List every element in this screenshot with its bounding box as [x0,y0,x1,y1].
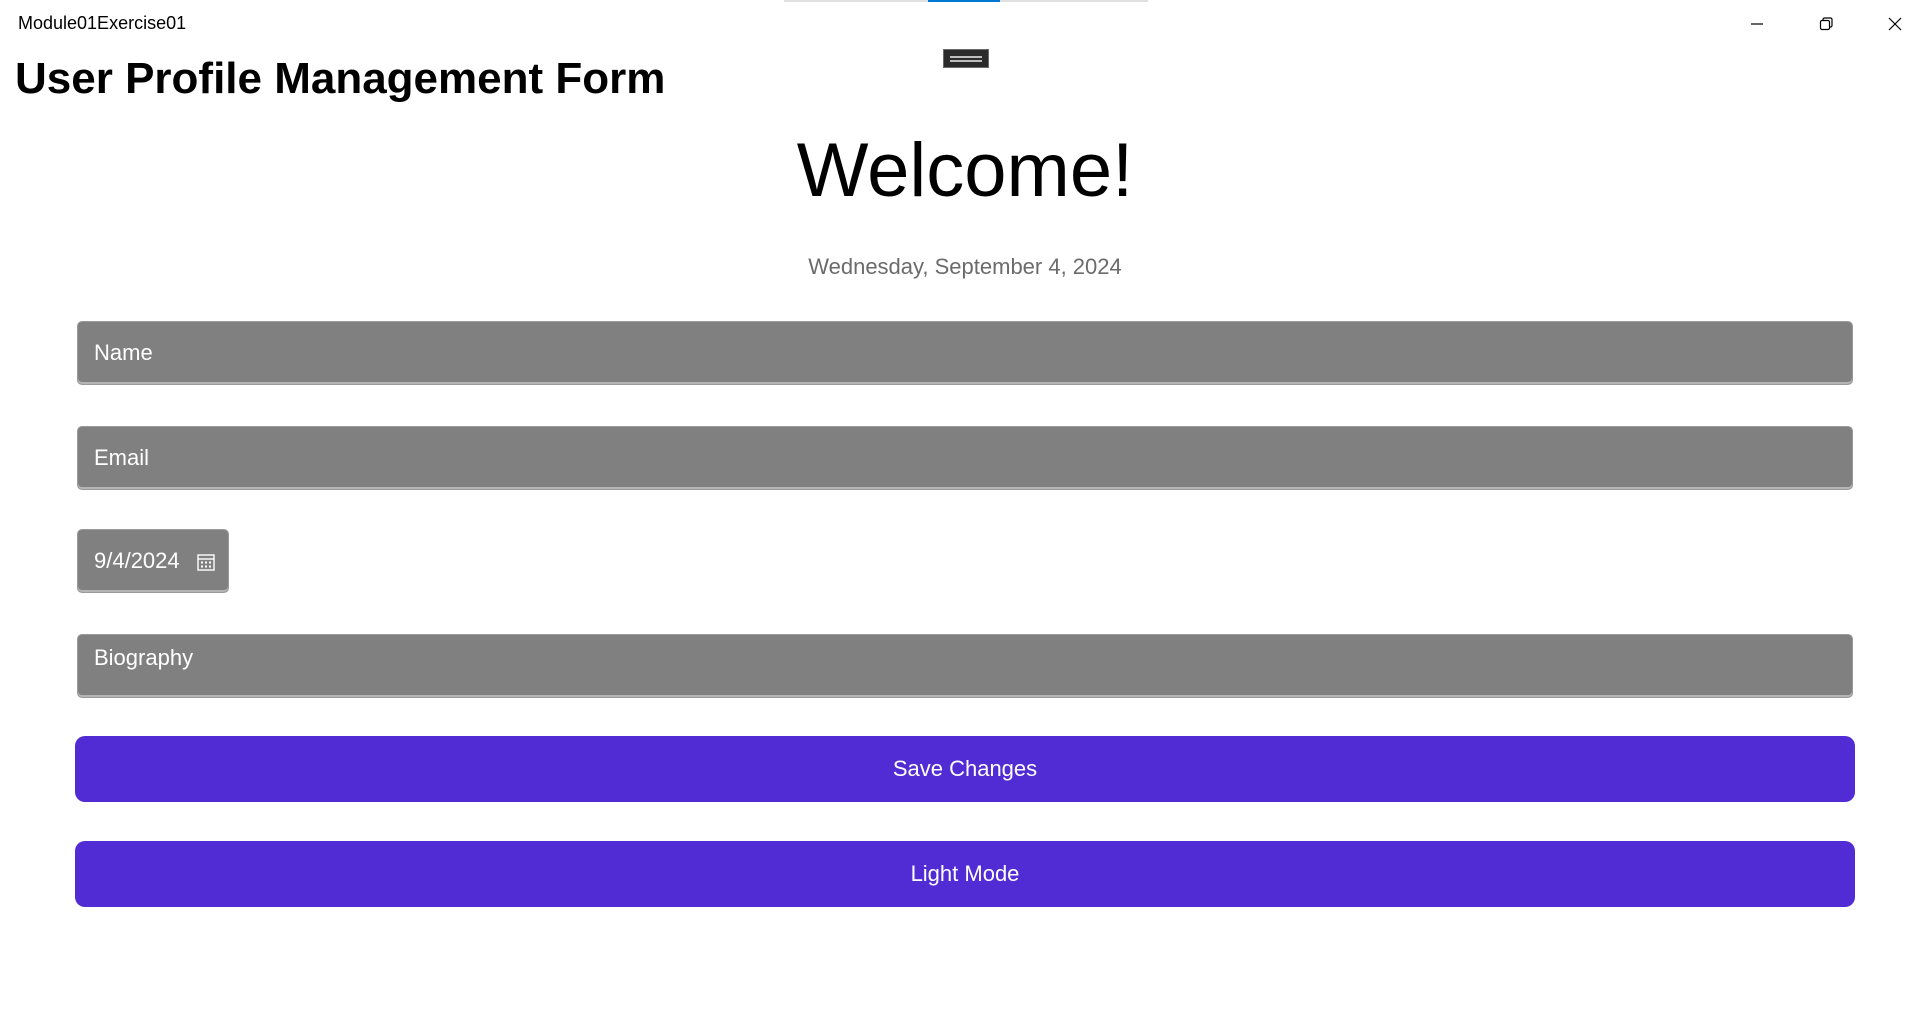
restore-icon [1819,17,1833,31]
pane-toggle-button[interactable] [943,49,989,68]
birthdate-picker[interactable]: 9/4/2024 [77,529,229,593]
name-placeholder: Name [94,340,153,365]
current-date-label: Wednesday, September 4, 2024 [808,254,1122,279]
window-title: Module01Exercise01 [18,13,187,33]
light-mode-button[interactable]: Light Mode [75,841,1855,907]
title-bar-drag-indicator-active [928,0,1000,2]
welcome-heading: Welcome! [796,128,1134,213]
light-mode-label: Light Mode [910,861,1020,886]
restore-button[interactable] [1791,0,1860,48]
birthdate-value: 9/4/2024 [94,548,180,573]
title-bar-drag-indicator [784,0,1148,2]
menu-icon [950,55,982,62]
close-icon [1888,17,1901,31]
minimize-icon [1750,23,1763,25]
email-input[interactable]: Email [77,426,1853,490]
biography-input[interactable]: Biography [77,634,1853,698]
email-placeholder: Email [94,445,150,470]
minimize-button[interactable] [1722,0,1791,48]
save-changes-button[interactable]: Save Changes [75,736,1855,802]
save-changes-label: Save Changes [892,756,1038,781]
title-bar: Module01Exercise01 [0,0,1920,48]
name-input[interactable]: Name [77,321,1853,385]
calendar-icon [197,554,215,571]
page-title: User Profile Management Form [15,54,666,103]
biography-placeholder: Biography [94,645,194,670]
close-button[interactable] [1860,0,1920,48]
